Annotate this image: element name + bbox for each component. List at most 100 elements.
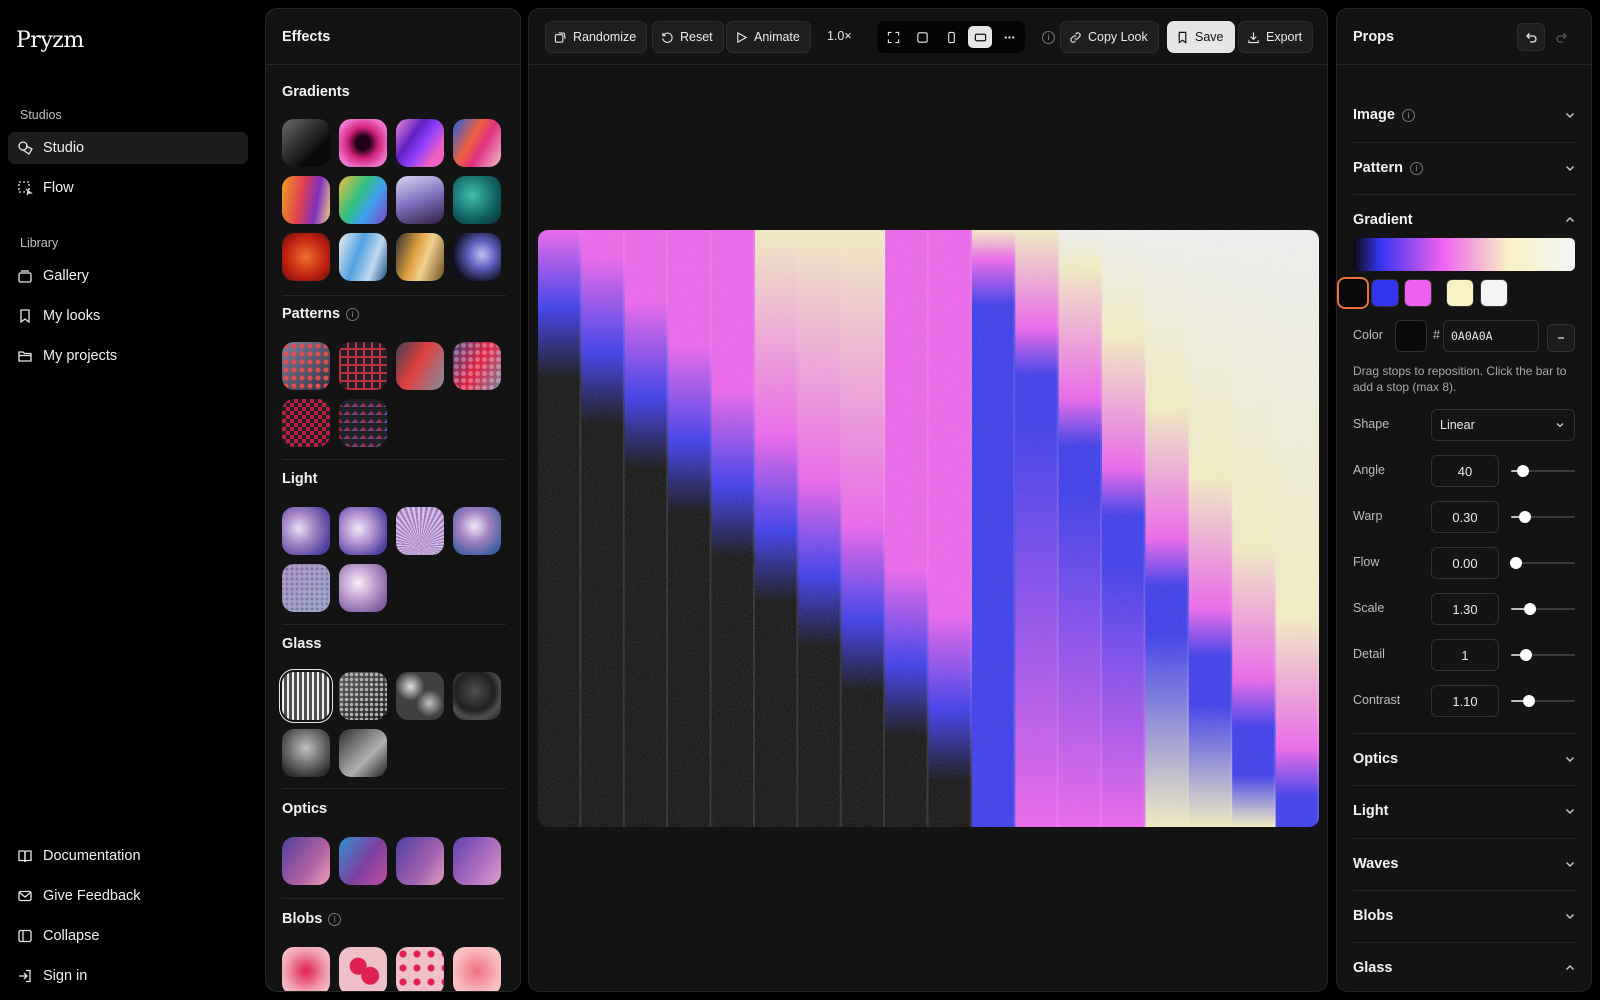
nav-item-studio[interactable]: Studio (8, 132, 248, 164)
preset-thumb[interactable] (339, 729, 387, 777)
preset-thumb[interactable] (282, 564, 330, 612)
ratio-fullscreen-button[interactable] (881, 26, 905, 48)
shape-select[interactable]: Linear (1431, 409, 1575, 441)
preset-thumb[interactable] (282, 342, 330, 390)
preset-thumb[interactable] (453, 837, 501, 885)
preset-thumb[interactable] (396, 342, 444, 390)
scale-slider[interactable] (1511, 602, 1575, 616)
preset-thumb[interactable] (339, 176, 387, 224)
preset-thumb[interactable] (339, 564, 387, 612)
info-icon[interactable]: i (346, 307, 360, 321)
section-blobs[interactable]: Blobs (1353, 890, 1577, 942)
gradient-stop[interactable] (1446, 279, 1474, 307)
preset-thumb[interactable] (339, 342, 387, 390)
gradient-stop[interactable] (1339, 279, 1367, 307)
preset-thumb[interactable] (282, 176, 330, 224)
color-swatch[interactable] (1395, 320, 1427, 352)
preset-thumb[interactable] (282, 399, 330, 447)
preset-thumb[interactable] (339, 837, 387, 885)
export-button[interactable]: Export (1238, 21, 1314, 53)
nav-item-give-feedback[interactable]: Give Feedback (8, 880, 248, 912)
scale-input[interactable] (1431, 593, 1499, 625)
preset-thumb[interactable] (396, 947, 444, 991)
preset-thumb[interactable] (339, 507, 387, 555)
preset-thumb[interactable] (453, 342, 501, 390)
more-button[interactable] (997, 26, 1021, 48)
nav-item-gallery[interactable]: Gallery (8, 260, 248, 292)
preset-thumb[interactable] (282, 119, 330, 167)
hex-input[interactable] (1443, 320, 1539, 352)
flow-input[interactable] (1431, 547, 1499, 579)
animate-button[interactable]: Animate (726, 21, 811, 53)
preset-thumb-selected[interactable] (282, 672, 330, 720)
canvas-preview[interactable] (538, 230, 1319, 827)
section-pattern[interactable]: Pattern i (1353, 142, 1577, 194)
preset-thumb[interactable] (339, 672, 387, 720)
info-icon[interactable]: i (1401, 108, 1415, 122)
remove-stop-button[interactable] (1547, 324, 1575, 352)
section-optics[interactable]: Optics (1353, 733, 1577, 785)
preset-thumb[interactable] (282, 233, 330, 281)
preset-thumb[interactable] (339, 399, 387, 447)
angle-slider[interactable] (1511, 464, 1575, 478)
preset-thumb[interactable] (453, 233, 501, 281)
ratio-portrait-button[interactable] (939, 26, 963, 48)
nav-item-flow[interactable]: Flow (8, 172, 248, 204)
preset-thumb[interactable] (282, 507, 330, 555)
slider-knob[interactable] (1519, 511, 1532, 523)
preset-thumb[interactable] (282, 729, 330, 777)
preset-thumb[interactable] (453, 119, 501, 167)
ratio-landscape-button[interactable] (968, 26, 992, 48)
save-button[interactable]: Save (1167, 21, 1235, 53)
angle-input[interactable] (1431, 455, 1499, 487)
flow-slider[interactable] (1510, 556, 1575, 570)
preset-thumb[interactable] (396, 507, 444, 555)
warp-slider[interactable] (1511, 510, 1575, 524)
gradient-bar[interactable] (1353, 238, 1575, 271)
preset-thumb[interactable] (453, 672, 501, 720)
preset-thumb[interactable] (453, 947, 501, 991)
gradient-stop[interactable] (1371, 279, 1399, 307)
section-image[interactable]: Image i (1353, 89, 1577, 141)
contrast-input[interactable] (1431, 685, 1499, 717)
randomize-button[interactable]: Randomize (545, 21, 648, 53)
preset-thumb[interactable] (339, 119, 387, 167)
ratio-square-button[interactable] (910, 26, 934, 48)
slider-knob[interactable] (1523, 603, 1536, 615)
section-glass[interactable]: Glass (1353, 942, 1577, 991)
preset-thumb[interactable] (396, 837, 444, 885)
preset-thumb[interactable] (396, 233, 444, 281)
preset-thumb[interactable] (396, 672, 444, 720)
warp-input[interactable] (1431, 501, 1499, 533)
info-icon[interactable]: i (1042, 31, 1055, 44)
section-waves[interactable]: Waves (1353, 838, 1577, 890)
nav-item-documentation[interactable]: Documentation (8, 840, 248, 872)
info-icon[interactable]: i (328, 912, 342, 926)
detail-input[interactable] (1431, 639, 1499, 671)
slider-knob[interactable] (1522, 695, 1535, 707)
effects-list[interactable]: Gradients Patterns i Light Glass Optics … (266, 66, 520, 991)
redo-button[interactable] (1548, 23, 1576, 51)
contrast-slider[interactable] (1511, 694, 1575, 708)
nav-item-sign-in[interactable]: Sign in (8, 960, 248, 992)
gradient-stop[interactable] (1404, 279, 1432, 307)
preset-thumb[interactable] (339, 947, 387, 991)
nav-item-my-looks[interactable]: My looks (8, 300, 248, 332)
gradient-stop[interactable] (1480, 279, 1508, 307)
preset-thumb[interactable] (396, 119, 444, 167)
slider-knob[interactable] (1510, 557, 1523, 569)
preset-thumb[interactable] (396, 176, 444, 224)
reset-button[interactable]: Reset (652, 21, 724, 53)
preset-thumb[interactable] (453, 507, 501, 555)
undo-button[interactable] (1517, 23, 1545, 51)
zoom-level[interactable]: 1.0× (827, 29, 852, 43)
preset-thumb[interactable] (339, 233, 387, 281)
info-icon[interactable]: i (1409, 161, 1423, 175)
slider-knob[interactable] (1520, 649, 1533, 661)
nav-item-my-projects[interactable]: My projects (8, 340, 248, 372)
slider-knob[interactable] (1516, 465, 1529, 477)
preset-thumb[interactable] (282, 837, 330, 885)
preset-thumb[interactable] (453, 176, 501, 224)
section-light[interactable]: Light (1353, 785, 1577, 837)
copy-look-button[interactable]: Copy Look (1060, 21, 1159, 53)
